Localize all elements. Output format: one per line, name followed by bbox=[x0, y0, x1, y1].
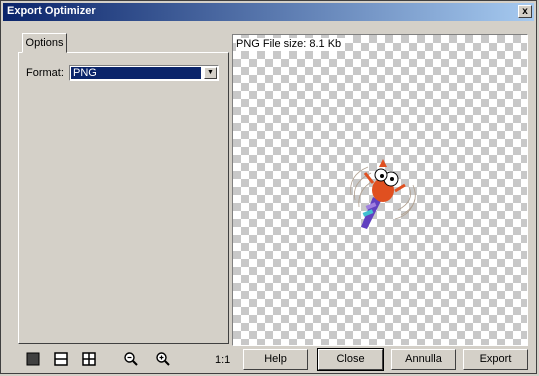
preview-area[interactable]: PNG File size: 8.1 Kb bbox=[232, 34, 528, 346]
zoom-out-icon[interactable] bbox=[123, 351, 139, 367]
preview-image bbox=[350, 159, 416, 229]
title-bar[interactable]: Export Optimizer x bbox=[3, 3, 534, 21]
close-icon[interactable]: x bbox=[518, 5, 532, 18]
help-button[interactable]: Help bbox=[243, 349, 308, 370]
annulla-button[interactable]: Annulla bbox=[391, 349, 456, 370]
format-selected-value: PNG bbox=[71, 67, 201, 79]
format-select[interactable]: PNG ▼ bbox=[69, 65, 219, 81]
zoom-in-icon[interactable] bbox=[155, 351, 171, 367]
options-panel: Format: PNG ▼ bbox=[18, 52, 229, 344]
split-horizontal-view-icon[interactable] bbox=[53, 351, 69, 367]
tab-options[interactable]: Options bbox=[22, 33, 67, 53]
file-size-label: PNG File size: 8.1 Kb bbox=[236, 38, 346, 51]
zoom-ratio-label: 1:1 bbox=[215, 354, 231, 366]
window-title: Export Optimizer bbox=[7, 5, 96, 17]
export-optimizer-window: Export Optimizer x Options Format: PNG ▼… bbox=[0, 0, 537, 374]
chevron-down-icon[interactable]: ▼ bbox=[204, 67, 217, 79]
export-button[interactable]: Export bbox=[463, 349, 528, 370]
format-label: Format: bbox=[26, 67, 64, 79]
close-button[interactable]: Close bbox=[317, 348, 384, 371]
single-view-icon[interactable] bbox=[25, 351, 41, 367]
four-pane-view-icon[interactable] bbox=[81, 351, 97, 367]
